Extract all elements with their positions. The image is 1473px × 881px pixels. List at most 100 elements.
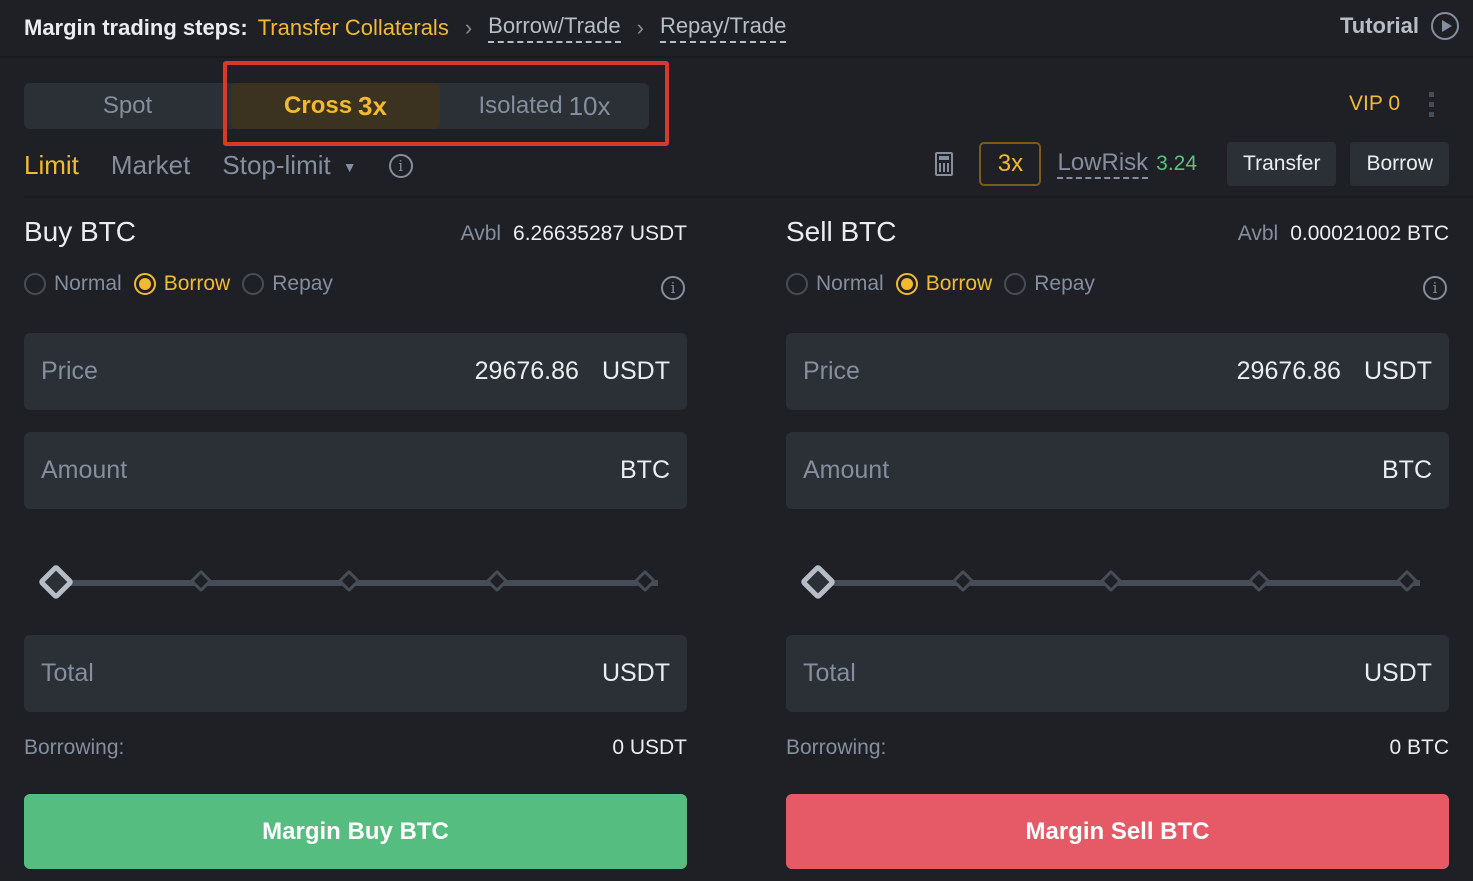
risk-level-label[interactable]: LowRisk <box>1057 149 1149 179</box>
slider-tick-75[interactable] <box>1247 569 1271 593</box>
radio-circle-icon <box>24 273 46 295</box>
sell-amount-input[interactable]: Amount BTC <box>786 432 1449 509</box>
sell-amount-slider[interactable] <box>799 563 1426 601</box>
radio-label: Repay <box>272 272 333 295</box>
sell-available: Avbl 0.00021002 BTC <box>1238 222 1449 246</box>
radio-normal[interactable]: Normal <box>786 272 884 296</box>
amount-unit: BTC <box>1382 456 1432 484</box>
slider-tick-25[interactable] <box>951 569 975 593</box>
radio-borrow[interactable]: Borrow <box>895 272 993 296</box>
slider-tick-100[interactable] <box>1395 569 1419 593</box>
buy-price-input[interactable]: Price 29676.86 USDT <box>24 333 687 410</box>
buy-amount-input[interactable]: Amount BTC <box>24 432 687 509</box>
price-label: Price <box>41 357 98 385</box>
tab-limit[interactable]: Limit <box>24 150 79 181</box>
caret-down-icon: ▼ <box>342 159 357 176</box>
buy-title: Buy BTC <box>24 216 137 247</box>
buy-borrowing: Borrowing: 0 USDT <box>24 736 687 760</box>
margin-sell-button[interactable]: Margin Sell BTC <box>786 794 1449 869</box>
sell-title: Sell BTC <box>786 216 897 247</box>
tutorial-label: Tutorial <box>1339 13 1419 38</box>
total-label: Total <box>41 659 94 687</box>
buy-amount-slider[interactable] <box>37 563 664 601</box>
radio-label: Borrow <box>925 272 993 295</box>
step-repay-trade[interactable]: Repay/Trade <box>659 13 787 43</box>
slider-tick-75[interactable] <box>485 569 509 593</box>
borrowing-value: 0 USDT <box>612 736 687 759</box>
total-unit: USDT <box>601 659 670 687</box>
total-unit: USDT <box>1363 659 1432 687</box>
order-type-tabs: Limit Market Stop-limit ▼ i <box>24 150 413 181</box>
radio-repay[interactable]: Repay <box>242 272 333 296</box>
radio-label: Normal <box>54 272 122 295</box>
avbl-label: Avbl <box>460 222 502 245</box>
tab-cross[interactable]: Cross 3x <box>231 83 440 129</box>
buy-total-input[interactable]: Total USDT <box>24 635 687 712</box>
borrow-button[interactable]: Borrow <box>1350 142 1449 186</box>
slider-tick-50[interactable] <box>1099 569 1123 593</box>
slider-thumb[interactable] <box>37 563 75 601</box>
radio-borrow[interactable]: Borrow <box>133 272 231 296</box>
step-transfer-collaterals[interactable]: Transfer Collaterals <box>258 15 449 41</box>
chevron-right-icon: › <box>464 15 473 40</box>
slider-tick-50[interactable] <box>337 569 361 593</box>
price-unit: USDT <box>601 357 670 385</box>
tab-isolated[interactable]: Isolated 10x <box>440 83 649 129</box>
slider-tick-25[interactable] <box>189 569 213 593</box>
info-icon[interactable]: i <box>1423 276 1447 300</box>
calculator-icon[interactable] <box>935 152 954 176</box>
slider-track <box>826 580 1420 586</box>
tutorial-button[interactable]: Tutorial <box>1340 12 1459 40</box>
tab-cross-leverage: 3x <box>358 90 387 121</box>
transfer-button[interactable]: Transfer <box>1227 142 1337 186</box>
sell-total-input[interactable]: Total USDT <box>786 635 1449 712</box>
divider <box>24 196 1473 198</box>
radio-label: Repay <box>1034 272 1095 295</box>
sell-mode-radios: Normal Borrow Repay <box>786 272 1107 296</box>
radio-label: Borrow <box>163 272 231 295</box>
borrowing-label: Borrowing: <box>24 736 125 759</box>
tab-spot[interactable]: Spot <box>24 83 231 129</box>
step-borrow-trade[interactable]: Borrow/Trade <box>488 13 621 43</box>
radio-circle-icon <box>133 273 156 295</box>
total-label: Total <box>803 659 856 687</box>
avbl-value: 0.00021002 BTC <box>1290 222 1449 245</box>
tab-spot-label: Spot <box>102 92 153 119</box>
radio-circle-icon <box>786 273 808 295</box>
tab-stop-limit-label: Stop-limit <box>222 150 331 180</box>
vip-level[interactable]: VIP 0 <box>1349 92 1400 116</box>
more-options-icon[interactable] <box>1429 92 1435 117</box>
avbl-label: Avbl <box>1237 222 1279 245</box>
borrowing-value: 0 BTC <box>1389 736 1449 759</box>
buy-mode-radios: Normal Borrow Repay <box>24 272 345 296</box>
play-circle-icon <box>1431 12 1459 40</box>
slider-track <box>64 580 658 586</box>
radio-circle-icon <box>895 273 918 295</box>
tab-stop-limit[interactable]: Stop-limit ▼ <box>222 150 356 181</box>
radio-circle-icon <box>242 273 265 295</box>
price-value: 29676.86 <box>474 357 579 385</box>
margin-buy-button[interactable]: Margin Buy BTC <box>24 794 687 869</box>
sell-price-input[interactable]: Price 29676.86 USDT <box>786 333 1449 410</box>
margin-mode-tabs: Spot Cross 3x Isolated 10x <box>24 83 649 129</box>
margin-steps-bar: Margin trading steps: Transfer Collatera… <box>0 0 1473 58</box>
radio-label: Normal <box>816 272 884 295</box>
slider-tick-100[interactable] <box>633 569 657 593</box>
amount-label: Amount <box>803 456 890 484</box>
steps-label: Margin trading steps: <box>24 15 248 40</box>
sell-borrowing: Borrowing: 0 BTC <box>786 736 1449 760</box>
tab-isolated-label: Isolated <box>478 92 563 119</box>
radio-normal[interactable]: Normal <box>24 272 122 296</box>
slider-thumb[interactable] <box>799 563 837 601</box>
price-unit: USDT <box>1363 357 1432 385</box>
tab-cross-label: Cross <box>284 92 353 119</box>
amount-unit: BTC <box>620 456 670 484</box>
radio-repay[interactable]: Repay <box>1004 272 1095 296</box>
risk-level-value: 3.24 <box>1156 152 1198 175</box>
tab-market[interactable]: Market <box>111 150 190 181</box>
info-icon[interactable]: i <box>661 276 685 300</box>
leverage-button[interactable]: 3x <box>979 142 1042 186</box>
amount-label: Amount <box>41 456 128 484</box>
margin-tools: 3x LowRisk 3.24 Transfer Borrow <box>935 141 1449 187</box>
info-icon[interactable]: i <box>388 153 413 178</box>
